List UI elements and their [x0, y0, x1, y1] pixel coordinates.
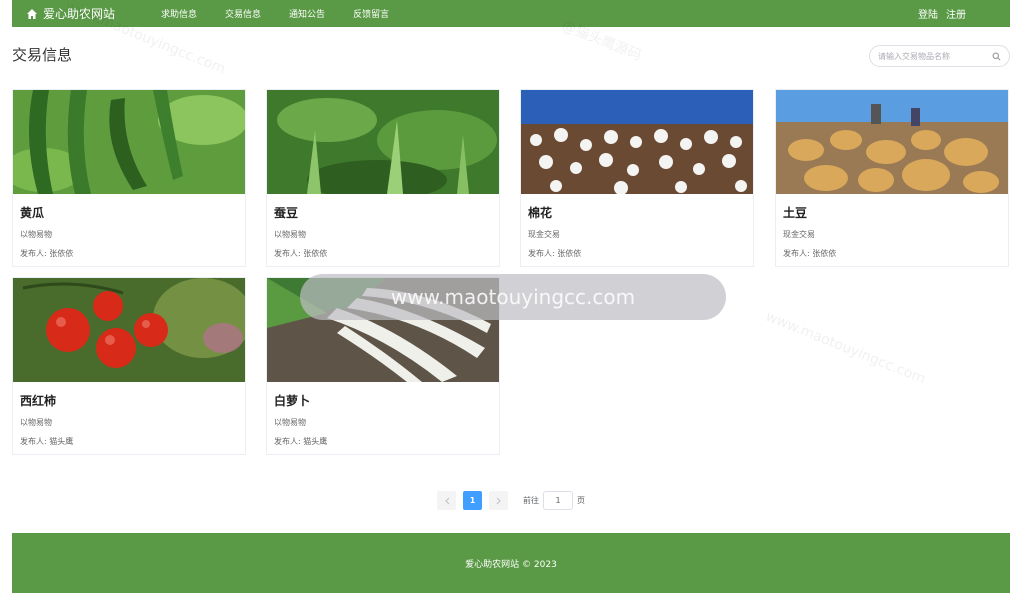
prev-page-button[interactable] — [437, 491, 456, 510]
nav-item-help-info[interactable]: 求助信息 — [161, 7, 197, 20]
search-input[interactable] — [878, 51, 988, 61]
product-card-cucumber[interactable]: 黄瓜 以物易物 发布人: 张依依 — [12, 89, 246, 267]
card-body: 土豆 现金交易 发布人: 张依依 — [776, 194, 1008, 259]
brand-name: 爱心助农网站 — [43, 7, 116, 21]
product-image-broad-bean — [267, 90, 499, 194]
publisher: 发布人: 张依依 — [20, 249, 74, 258]
nav-item-feedback[interactable]: 反馈留言 — [353, 7, 389, 20]
page-jumper: 前往 页 — [523, 491, 585, 510]
trade-type: 以物易物 — [20, 230, 52, 239]
publisher: 发布人: 猫头鹰 — [274, 437, 328, 446]
goto-label: 前往 — [523, 496, 539, 505]
trade-type: 现金交易 — [783, 230, 815, 239]
product-card-broad-bean[interactable]: 蚕豆 以物易物 发布人: 张依依 — [266, 89, 500, 267]
publisher: 发布人: 张依依 — [528, 249, 582, 258]
product-image-cotton — [521, 90, 753, 194]
top-navbar: 爱心助农网站 求助信息 交易信息 通知公告 反馈留言 登陆 注册 — [12, 0, 1010, 27]
product-card-potato[interactable]: 土豆 现金交易 发布人: 张依依 — [775, 89, 1009, 267]
card-body: 黄瓜 以物易物 发布人: 张依依 — [13, 194, 245, 259]
nav-item-notices[interactable]: 通知公告 — [289, 7, 325, 20]
product-image-potato — [776, 90, 1008, 194]
card-body: 白萝卜 以物易物 发布人: 猫头鹰 — [267, 382, 499, 447]
publisher: 发布人: 猫头鹰 — [20, 437, 74, 446]
auth-links: 登陆 注册 — [910, 6, 966, 21]
chevron-right-icon — [496, 497, 501, 504]
page-suffix: 页 — [577, 496, 585, 505]
trade-type: 以物易物 — [20, 418, 52, 427]
product-image-cucumber — [13, 90, 245, 194]
watermark-text: www.maotouyingcc.com — [763, 308, 928, 388]
product-card-tomato[interactable]: 西红柿 以物易物 发布人: 猫头鹰 — [12, 277, 246, 455]
product-name: 黄瓜 — [20, 206, 45, 220]
trade-type: 以物易物 — [274, 418, 306, 427]
card-body: 棉花 现金交易 发布人: 张依依 — [521, 194, 753, 259]
watermark-banner-text: www.maotouyingcc.com — [390, 285, 636, 309]
chevron-left-icon — [444, 497, 449, 504]
product-name: 西红柿 — [20, 394, 57, 408]
publisher: 发布人: 张依依 — [274, 249, 328, 258]
register-link[interactable]: 注册 — [946, 6, 966, 21]
footer-copyright: 爱心助农网站 © 2023 — [465, 559, 557, 570]
product-image-tomato — [13, 278, 245, 382]
search-icon[interactable] — [992, 52, 1001, 61]
nav-item-trade-info[interactable]: 交易信息 — [225, 7, 261, 20]
trade-type: 以物易物 — [274, 230, 306, 239]
home-icon — [27, 8, 37, 19]
product-name: 白萝卜 — [274, 394, 311, 408]
product-name: 棉花 — [528, 206, 553, 220]
footer: 爱心助农网站 © 2023 — [12, 533, 1010, 593]
login-link[interactable]: 登陆 — [918, 6, 938, 21]
card-body: 西红柿 以物易物 发布人: 猫头鹰 — [13, 382, 245, 447]
page-title: 交易信息 — [12, 46, 73, 64]
pagination: 1 前往 页 — [437, 491, 585, 510]
page: 爱心助农网站 求助信息 交易信息 通知公告 反馈留言 登陆 注册 交易信息 请输… — [0, 0, 1024, 593]
page-number-current[interactable]: 1 — [463, 491, 482, 510]
nav-menu: 求助信息 交易信息 通知公告 反馈留言 — [161, 7, 417, 20]
product-name: 蚕豆 — [274, 206, 299, 220]
search-box[interactable] — [869, 45, 1010, 67]
product-name: 土豆 — [783, 206, 808, 220]
publisher: 发布人: 张依依 — [783, 249, 837, 258]
product-card-cotton[interactable]: 棉花 现金交易 发布人: 张依依 — [520, 89, 754, 267]
next-page-button[interactable] — [489, 491, 508, 510]
goto-page-input[interactable] — [543, 491, 573, 510]
watermark-banner: www.maotouyingcc.com — [300, 274, 726, 320]
card-body: 蚕豆 以物易物 发布人: 张依依 — [267, 194, 499, 259]
trade-type: 现金交易 — [528, 230, 560, 239]
brand[interactable]: 爱心助农网站 — [26, 5, 115, 22]
